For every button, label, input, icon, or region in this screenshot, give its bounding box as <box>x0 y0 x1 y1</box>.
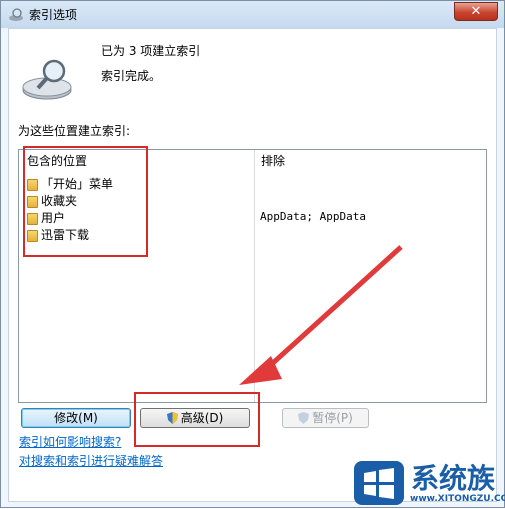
watermark-url: www.XITONGZU.COM <box>410 494 505 504</box>
annotation-arrow <box>239 245 403 385</box>
watermark-brand: 系统族 <box>411 462 496 495</box>
indexing-options-window: 索引选项 ✕ 已为 3 项建立索引 索引完成。 为这些位置建立索引: 包含的位置… <box>0 0 505 508</box>
